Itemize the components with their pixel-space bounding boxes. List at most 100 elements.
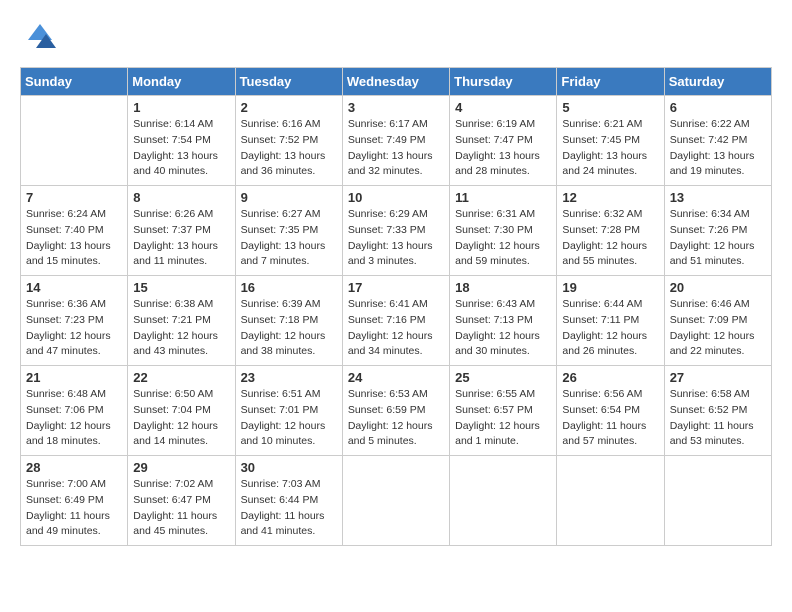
daylight: Daylight: 12 hours and 1 minute. [455,419,551,451]
sun-info: Sunrise: 6:24 AM Sunset: 7:40 PM Dayligh… [26,207,122,270]
daylight: Daylight: 12 hours and 10 minutes. [241,419,337,451]
calendar-cell: 28 Sunrise: 7:00 AM Sunset: 6:49 PM Dayl… [21,456,128,546]
calendar-cell: 8 Sunrise: 6:26 AM Sunset: 7:37 PM Dayli… [128,186,235,276]
sun-info: Sunrise: 6:27 AM Sunset: 7:35 PM Dayligh… [241,207,337,270]
day-number: 18 [455,280,551,295]
sun-info: Sunrise: 6:48 AM Sunset: 7:06 PM Dayligh… [26,387,122,450]
day-number: 16 [241,280,337,295]
calendar-header: SundayMondayTuesdayWednesdayThursdayFrid… [21,68,772,96]
calendar-cell: 17 Sunrise: 6:41 AM Sunset: 7:16 PM Dayl… [342,276,449,366]
day-number: 6 [670,100,766,115]
daylight: Daylight: 12 hours and 18 minutes. [26,419,122,451]
daylight: Daylight: 13 hours and 24 minutes. [562,149,658,181]
calendar-cell: 25 Sunrise: 6:55 AM Sunset: 6:57 PM Dayl… [450,366,557,456]
day-number: 19 [562,280,658,295]
sunset: Sunset: 7:06 PM [26,403,122,419]
calendar-cell: 27 Sunrise: 6:58 AM Sunset: 6:52 PM Dayl… [664,366,771,456]
calendar-cell: 4 Sunrise: 6:19 AM Sunset: 7:47 PM Dayli… [450,96,557,186]
day-number: 22 [133,370,229,385]
sunset: Sunset: 7:49 PM [348,133,444,149]
week-row-4: 21 Sunrise: 6:48 AM Sunset: 7:06 PM Dayl… [21,366,772,456]
day-number: 10 [348,190,444,205]
sunrise: Sunrise: 6:55 AM [455,387,551,403]
logo-icon [24,20,56,57]
day-number: 5 [562,100,658,115]
sunrise: Sunrise: 6:32 AM [562,207,658,223]
sun-info: Sunrise: 6:39 AM Sunset: 7:18 PM Dayligh… [241,297,337,360]
sunset: Sunset: 7:16 PM [348,313,444,329]
sun-info: Sunrise: 7:03 AM Sunset: 6:44 PM Dayligh… [241,477,337,540]
day-number: 27 [670,370,766,385]
calendar-cell [664,456,771,546]
sunrise: Sunrise: 7:00 AM [26,477,122,493]
day-number: 20 [670,280,766,295]
sunset: Sunset: 7:13 PM [455,313,551,329]
sunset: Sunset: 7:28 PM [562,223,658,239]
day-number: 14 [26,280,122,295]
sunset: Sunset: 7:30 PM [455,223,551,239]
daylight: Daylight: 12 hours and 22 minutes. [670,329,766,361]
sunrise: Sunrise: 6:19 AM [455,117,551,133]
daylight: Daylight: 13 hours and 40 minutes. [133,149,229,181]
calendar-cell [557,456,664,546]
sunset: Sunset: 7:35 PM [241,223,337,239]
day-header-thursday: Thursday [450,68,557,96]
sun-info: Sunrise: 6:36 AM Sunset: 7:23 PM Dayligh… [26,297,122,360]
days-of-week-row: SundayMondayTuesdayWednesdayThursdayFrid… [21,68,772,96]
calendar-cell: 20 Sunrise: 6:46 AM Sunset: 7:09 PM Dayl… [664,276,771,366]
sunrise: Sunrise: 6:24 AM [26,207,122,223]
sunset: Sunset: 7:18 PM [241,313,337,329]
calendar-cell: 6 Sunrise: 6:22 AM Sunset: 7:42 PM Dayli… [664,96,771,186]
daylight: Daylight: 12 hours and 34 minutes. [348,329,444,361]
week-row-5: 28 Sunrise: 7:00 AM Sunset: 6:49 PM Dayl… [21,456,772,546]
calendar-cell: 1 Sunrise: 6:14 AM Sunset: 7:54 PM Dayli… [128,96,235,186]
calendar-cell [450,456,557,546]
sun-info: Sunrise: 6:56 AM Sunset: 6:54 PM Dayligh… [562,387,658,450]
daylight: Daylight: 11 hours and 57 minutes. [562,419,658,451]
sun-info: Sunrise: 6:58 AM Sunset: 6:52 PM Dayligh… [670,387,766,450]
daylight: Daylight: 12 hours and 30 minutes. [455,329,551,361]
sunrise: Sunrise: 6:46 AM [670,297,766,313]
sunset: Sunset: 7:26 PM [670,223,766,239]
week-row-2: 7 Sunrise: 6:24 AM Sunset: 7:40 PM Dayli… [21,186,772,276]
sunrise: Sunrise: 6:22 AM [670,117,766,133]
sun-info: Sunrise: 6:26 AM Sunset: 7:37 PM Dayligh… [133,207,229,270]
sunrise: Sunrise: 6:34 AM [670,207,766,223]
sunset: Sunset: 6:52 PM [670,403,766,419]
sun-info: Sunrise: 6:44 AM Sunset: 7:11 PM Dayligh… [562,297,658,360]
sunset: Sunset: 7:42 PM [670,133,766,149]
calendar-cell: 26 Sunrise: 6:56 AM Sunset: 6:54 PM Dayl… [557,366,664,456]
day-header-tuesday: Tuesday [235,68,342,96]
sun-info: Sunrise: 6:34 AM Sunset: 7:26 PM Dayligh… [670,207,766,270]
sunset: Sunset: 6:59 PM [348,403,444,419]
daylight: Daylight: 12 hours and 14 minutes. [133,419,229,451]
sunrise: Sunrise: 6:53 AM [348,387,444,403]
calendar-cell: 30 Sunrise: 7:03 AM Sunset: 6:44 PM Dayl… [235,456,342,546]
sunrise: Sunrise: 6:17 AM [348,117,444,133]
day-header-friday: Friday [557,68,664,96]
sun-info: Sunrise: 6:55 AM Sunset: 6:57 PM Dayligh… [455,387,551,450]
daylight: Daylight: 13 hours and 11 minutes. [133,239,229,271]
sunset: Sunset: 6:49 PM [26,493,122,509]
calendar-cell: 22 Sunrise: 6:50 AM Sunset: 7:04 PM Dayl… [128,366,235,456]
sunset: Sunset: 7:47 PM [455,133,551,149]
page-header [20,20,772,57]
calendar-cell: 29 Sunrise: 7:02 AM Sunset: 6:47 PM Dayl… [128,456,235,546]
daylight: Daylight: 13 hours and 7 minutes. [241,239,337,271]
day-number: 30 [241,460,337,475]
sunrise: Sunrise: 6:21 AM [562,117,658,133]
sunset: Sunset: 7:21 PM [133,313,229,329]
calendar-cell [342,456,449,546]
day-number: 12 [562,190,658,205]
calendar-cell: 18 Sunrise: 6:43 AM Sunset: 7:13 PM Dayl… [450,276,557,366]
sun-info: Sunrise: 7:02 AM Sunset: 6:47 PM Dayligh… [133,477,229,540]
sunset: Sunset: 7:11 PM [562,313,658,329]
sun-info: Sunrise: 6:31 AM Sunset: 7:30 PM Dayligh… [455,207,551,270]
sunrise: Sunrise: 6:51 AM [241,387,337,403]
calendar-body: 1 Sunrise: 6:14 AM Sunset: 7:54 PM Dayli… [21,96,772,546]
sun-info: Sunrise: 6:14 AM Sunset: 7:54 PM Dayligh… [133,117,229,180]
daylight: Daylight: 12 hours and 51 minutes. [670,239,766,271]
calendar-cell [21,96,128,186]
sun-info: Sunrise: 7:00 AM Sunset: 6:49 PM Dayligh… [26,477,122,540]
daylight: Daylight: 12 hours and 59 minutes. [455,239,551,271]
